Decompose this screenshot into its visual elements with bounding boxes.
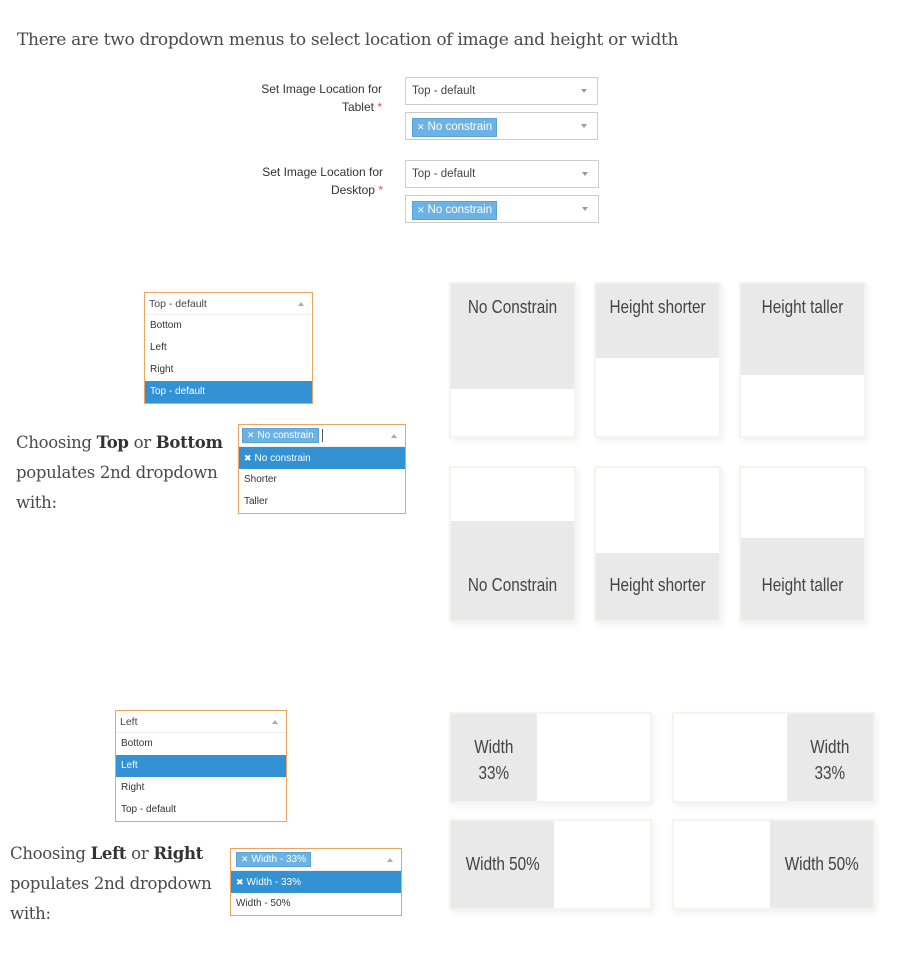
chevron-up-icon <box>298 302 304 306</box>
option-right[interactable]: Right <box>116 777 286 799</box>
location-dropdown-open[interactable]: Top - default Bottom Left Right Top - de… <box>144 292 313 404</box>
top-bottom-explanation: Choosing Top or Bottom populates 2nd dro… <box>16 433 223 512</box>
image-top-card: Height shorter <box>594 282 721 438</box>
dropdown-head[interactable]: Left <box>116 711 286 733</box>
desktop-constraint-select[interactable]: ✕ No constrain <box>405 195 599 223</box>
option-top-default[interactable]: Top - default <box>116 799 286 821</box>
option-width-33[interactable]: ✖ Width - 33% <box>231 871 401 893</box>
option-taller[interactable]: Taller <box>239 491 405 513</box>
remove-icon: ✕ <box>241 854 249 864</box>
card-label: Width 33% <box>810 737 850 783</box>
remove-icon: ✕ <box>417 122 425 132</box>
card-label: Width 50% <box>465 854 540 874</box>
image-top-card: No Constrain <box>449 282 576 438</box>
card-label: Height taller <box>761 297 844 317</box>
option-shorter[interactable]: Shorter <box>239 469 405 491</box>
card-label: Height shorter <box>609 297 706 317</box>
intro-text: There are two dropdown menus to select l… <box>17 30 679 50</box>
option-left[interactable]: Left <box>116 755 286 777</box>
image-bottom-card: Height taller <box>739 466 866 622</box>
width-tag[interactable]: ✕ Width - 33% <box>236 852 312 867</box>
required-marker: * <box>377 100 382 114</box>
chevron-down-icon <box>582 172 588 176</box>
dropdown-head[interactable]: Top - default <box>145 293 312 315</box>
card-label: No Constrain <box>467 297 558 317</box>
left-right-explanation: Choosing Left or Right populates 2nd dro… <box>10 844 212 923</box>
image-area <box>596 284 719 359</box>
image-left-card: Width 50% <box>449 819 652 910</box>
option-top-default[interactable]: Top - default <box>145 381 312 403</box>
constraint-tag[interactable]: ✕ No constrain <box>242 428 319 443</box>
remove-icon: ✖ <box>236 877 244 887</box>
location-dropdown-open-left[interactable]: Left Bottom Left Right Top - default <box>115 710 287 822</box>
remove-icon: ✕ <box>417 205 425 215</box>
card-label: No Constrain <box>467 575 558 595</box>
desktop-label: Set Image Location for Desktop * <box>262 165 383 197</box>
image-left-card: Width 33% <box>449 712 652 803</box>
remove-icon: ✕ <box>247 430 255 440</box>
chevron-down-icon <box>582 207 588 211</box>
option-bottom[interactable]: Bottom <box>116 733 286 755</box>
card-label: Height taller <box>761 575 844 595</box>
chevron-up-icon <box>387 858 393 862</box>
tablet-label: Set Image Location for Tablet * <box>261 82 382 114</box>
chevron-down-icon <box>581 89 587 93</box>
dropdown-head[interactable]: ✕ No constrain <box>239 425 405 447</box>
image-bottom-card: Height shorter <box>594 466 721 622</box>
chevron-up-icon <box>391 434 397 438</box>
constraint-tag[interactable]: ✕ No constrain <box>412 118 498 137</box>
option-right[interactable]: Right <box>145 359 312 381</box>
card-label: Height shorter <box>609 575 706 595</box>
image-area <box>451 521 574 620</box>
option-bottom[interactable]: Bottom <box>145 315 312 337</box>
image-right-card: Width 50% <box>672 819 875 910</box>
image-top-card: Height taller <box>739 282 866 438</box>
option-no-constrain[interactable]: ✖ No constrain <box>239 447 405 469</box>
width-dropdown-open[interactable]: ✕ Width - 33% ✖ Width - 33% Width - 50% <box>230 848 402 916</box>
desktop-location-select[interactable]: Top - default <box>405 160 599 188</box>
dropdown-head[interactable]: ✕ Width - 33% <box>231 849 401 871</box>
required-marker: * <box>378 183 383 197</box>
card-label: Width 50% <box>784 854 859 874</box>
chevron-up-icon <box>272 720 278 724</box>
chevron-down-icon <box>581 124 587 128</box>
image-right-card: Width 33% <box>672 712 875 803</box>
tablet-location-select[interactable]: Top - default <box>405 77 598 105</box>
constraint-tag[interactable]: ✕ No constrain <box>412 201 498 220</box>
option-left[interactable]: Left <box>145 337 312 359</box>
constraint-dropdown-open[interactable]: ✕ No constrain ✖ No constrain Shorter Tall… <box>238 424 406 514</box>
image-bottom-card: No Constrain <box>449 466 576 622</box>
text-cursor <box>322 429 323 442</box>
remove-icon: ✖ <box>244 453 252 463</box>
card-label: Width 33% <box>474 737 514 783</box>
tablet-constraint-select[interactable]: ✕ No constrain <box>405 112 598 140</box>
option-width-50[interactable]: Width - 50% <box>231 893 401 915</box>
